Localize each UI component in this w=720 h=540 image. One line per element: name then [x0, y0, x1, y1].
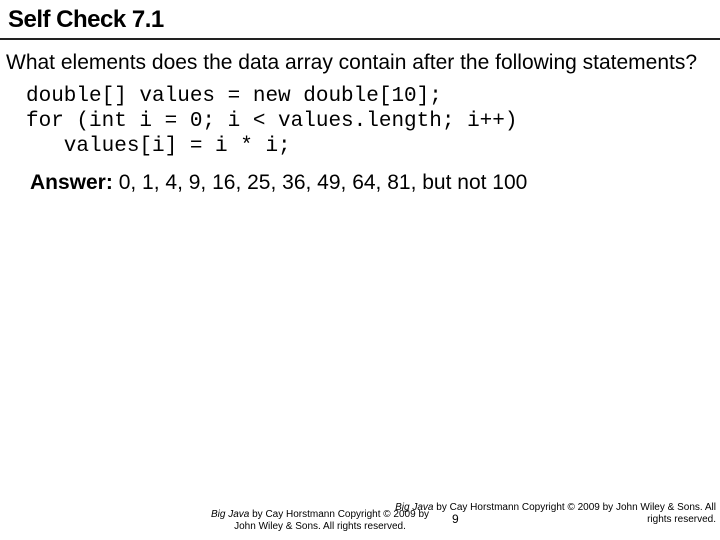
answer-text: 0, 1, 4, 9, 16, 25, 36, 49, 64, 81, but …	[113, 171, 527, 194]
title-divider	[0, 38, 720, 40]
answer-line: Answer: 0, 1, 4, 9, 16, 25, 36, 49, 64, …	[0, 171, 720, 195]
footer-right-book: Big Java	[395, 502, 433, 513]
code-block: double[] values = new double[10]; for (i…	[0, 85, 720, 171]
question-text: What elements does the data array contai…	[0, 50, 720, 85]
slide: Self Check 7.1 What elements does the da…	[0, 0, 720, 540]
footer-right: Big Java by Cay Horstmann Copyright © 20…	[386, 502, 716, 526]
slide-title: Self Check 7.1	[0, 6, 720, 38]
answer-label: Answer:	[30, 171, 113, 194]
footer-left-book: Big Java	[211, 509, 249, 520]
footer-right-rest: by Cay Horstmann Copyright © 2009 by Joh…	[434, 502, 717, 525]
